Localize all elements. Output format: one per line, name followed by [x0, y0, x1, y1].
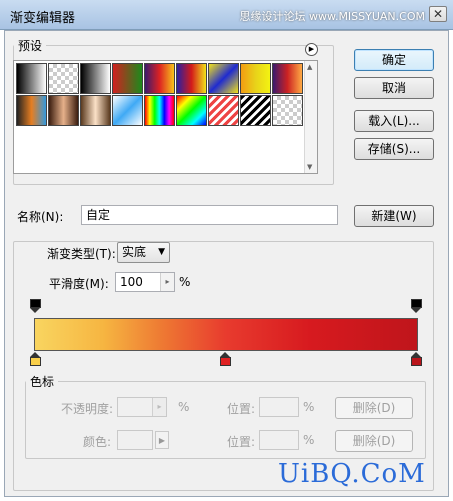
opacity-label: 不透明度:: [61, 402, 114, 416]
color-stop-legend: 色标: [30, 375, 55, 389]
preset-swatch[interactable]: [176, 95, 207, 126]
close-button[interactable]: ✕: [429, 6, 447, 22]
color-menu-button[interactable]: ▶: [155, 431, 169, 449]
preset-swatch[interactable]: [272, 95, 303, 126]
opacity-stepper[interactable]: ▸: [152, 398, 166, 416]
name-label: 名称(N):: [17, 210, 64, 224]
gradient-type-label: 渐变类型(T):: [45, 245, 118, 262]
scroll-down-icon[interactable]: ▼: [307, 163, 312, 171]
smoothness-unit: %: [179, 275, 191, 289]
new-button[interactable]: 新建(W): [354, 205, 434, 227]
preset-swatch[interactable]: [240, 63, 271, 94]
preset-swatch[interactable]: [144, 63, 175, 94]
smoothness-value: 100: [120, 275, 143, 289]
close-icon: ✕: [432, 7, 444, 21]
site-watermark: 思缘设计论坛 www.MISSYUAN.COM: [239, 10, 425, 23]
opacity-unit: %: [178, 400, 190, 414]
color-location-unit: %: [303, 433, 315, 447]
preset-swatch[interactable]: [80, 95, 111, 126]
play-arrow-icon: ▶: [158, 436, 166, 445]
scroll-up-icon[interactable]: ▲: [307, 63, 312, 71]
color-location-input[interactable]: [259, 430, 299, 450]
site-logo-watermark: UiBQ.CoM: [278, 459, 426, 489]
opacity-location-label: 位置:: [227, 402, 256, 416]
preset-swatch[interactable]: [144, 95, 175, 126]
presets-legend: 预设: [18, 39, 43, 53]
smoothness-stepper[interactable]: ▸: [160, 273, 174, 291]
title-bar: 渐变编辑器 思缘设计论坛 www.MISSYUAN.COM ✕: [0, 0, 453, 30]
play-arrow-icon: ▶: [308, 45, 315, 53]
preset-swatch[interactable]: [272, 63, 303, 94]
preset-swatch[interactable]: [176, 63, 207, 94]
opacity-stop-left[interactable]: [30, 299, 41, 313]
preset-swatch[interactable]: [48, 63, 79, 94]
preset-swatch[interactable]: [16, 63, 47, 94]
opacity-location-input[interactable]: [259, 397, 299, 417]
preset-swatch[interactable]: [112, 95, 143, 126]
gradient-preview-bar[interactable]: [34, 318, 418, 351]
gradient-type-select[interactable]: 实底 ▼: [117, 242, 170, 263]
presets-swatch-area: ▲ ▼: [13, 60, 318, 174]
presets-menu-button[interactable]: ▶: [305, 43, 318, 56]
color-swatch-input[interactable]: [117, 430, 153, 450]
preset-swatch[interactable]: [208, 95, 239, 126]
opacity-stop-right[interactable]: [411, 299, 422, 313]
smoothness-label: 平滑度(M):: [49, 277, 109, 291]
preset-swatch[interactable]: [48, 95, 79, 126]
presets-scrollbar[interactable]: ▲ ▼: [304, 61, 317, 173]
color-stop-middle[interactable]: [220, 352, 231, 366]
chevron-down-icon: ▼: [158, 247, 165, 257]
load-button[interactable]: 载入(L)...: [354, 110, 434, 132]
gradient-editor-dialog: 预设 ▶ ▲ ▼ 确定 取消 载入(L)... 存储(S)... 名称(N): …: [4, 30, 449, 497]
name-input[interactable]: 自定: [81, 205, 338, 225]
color-location-label: 位置:: [227, 435, 256, 449]
cancel-button[interactable]: 取消: [354, 77, 434, 99]
preset-swatch[interactable]: [16, 95, 47, 126]
gradient-type-value: 实底: [122, 245, 147, 259]
preset-swatch[interactable]: [240, 95, 271, 126]
delete-color-stop-button[interactable]: 删除(D): [335, 430, 413, 452]
preset-swatch[interactable]: [208, 63, 239, 94]
save-button[interactable]: 存储(S)...: [354, 138, 434, 160]
opacity-location-unit: %: [303, 400, 315, 414]
preset-swatch[interactable]: [112, 63, 143, 94]
window-title: 渐变编辑器: [10, 11, 76, 26]
ok-button[interactable]: 确定: [354, 49, 434, 71]
color-label: 颜色:: [83, 435, 112, 449]
color-stop-right[interactable]: [411, 352, 422, 366]
preset-swatch[interactable]: [80, 63, 111, 94]
color-stop-left[interactable]: [30, 352, 41, 366]
delete-opacity-stop-button[interactable]: 删除(D): [335, 397, 413, 419]
play-arrow-icon: ▸: [165, 277, 170, 286]
